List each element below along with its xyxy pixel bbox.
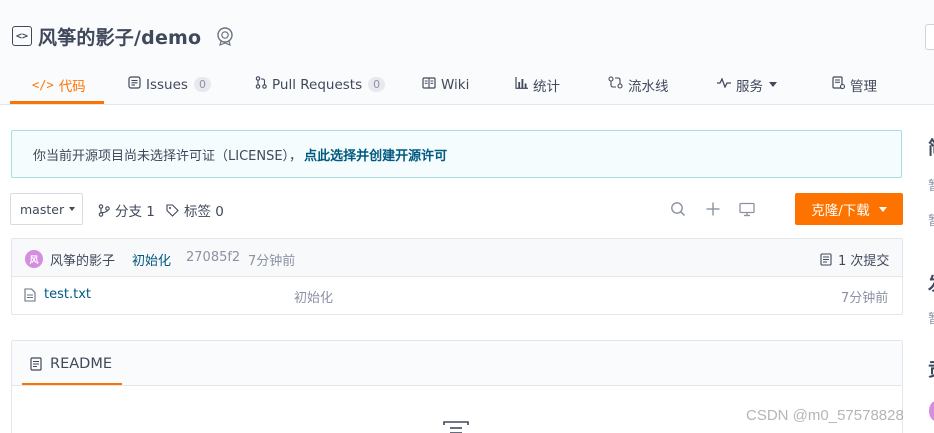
chevron-down-icon <box>769 82 777 87</box>
manage-doc-icon <box>832 76 846 93</box>
pr-count-badge: 0 <box>368 77 386 92</box>
tags-link[interactable]: 标签 0 <box>166 200 224 220</box>
readme-title: README <box>50 355 112 372</box>
tab-pull-requests[interactable]: Pull Requests 0 <box>255 64 386 105</box>
branches-link[interactable]: 分支 1 <box>98 200 155 220</box>
repo-name-link[interactable]: 风筝的影子/demo <box>38 23 201 50</box>
license-notice: 你当前开源项目尚未选择许可证（LICENSE）， 点此选择并创建开源许可 <box>11 130 902 178</box>
tab-label: 代码 <box>58 78 86 95</box>
commit-message-link[interactable]: 初始化 <box>132 250 171 269</box>
active-tab-indicator <box>22 383 122 385</box>
commit-hash[interactable]: 27085f2 <box>186 250 240 265</box>
tab-label: 流水线 <box>628 78 669 95</box>
code-icon: </> <box>32 77 54 92</box>
pull-request-icon <box>255 76 267 93</box>
tab-label: 管理 <box>850 78 877 95</box>
tab-service[interactable]: 服务 <box>717 64 777 105</box>
repo-toolbar: master 分支 1 标签 0 克隆/下载 <box>10 192 903 226</box>
file-name-link[interactable]: test.txt <box>24 287 91 302</box>
wiki-book-icon <box>422 76 436 93</box>
branch-icon <box>98 203 110 217</box>
award-badge-icon[interactable] <box>215 26 235 46</box>
file-name: test.txt <box>44 287 91 302</box>
web-ide-monitor-icon[interactable] <box>738 200 756 218</box>
file-browser: 风 风筝的影子 初始化 27085f2 7分钟前 1 次提交 test.txt … <box>11 238 903 315</box>
tab-label: 统计 <box>533 78 560 95</box>
sidebar-text-partial: 暂 <box>928 175 934 194</box>
tab-label: Issues <box>146 76 188 93</box>
tab-code[interactable]: </> 代码 <box>32 64 86 105</box>
branch-select-value: master <box>20 201 65 217</box>
sidebar-heading-partial: 贡 <box>928 356 934 382</box>
code-repo-icon: <> <box>12 26 32 46</box>
service-pulse-icon <box>717 77 731 92</box>
tab-label: Wiki <box>441 76 470 93</box>
commits-count-label: 1 次提交 <box>838 254 890 269</box>
sidebar-heading-partial: 发 <box>928 270 934 296</box>
tab-wiki[interactable]: Wiki <box>422 64 469 105</box>
file-commit-time: 7分钟前 <box>841 291 889 306</box>
table-row[interactable]: test.txt 初始化 7分钟前 <box>12 277 902 314</box>
readme-doc-icon <box>30 356 42 371</box>
tab-stats[interactable]: 统计 <box>515 64 560 105</box>
clone-download-button[interactable]: 克隆/下载 <box>795 193 903 225</box>
sidebar-text-partial: 暂 <box>928 308 934 327</box>
contributor-avatar-partial[interactable] <box>929 401 934 421</box>
issues-icon <box>128 76 141 93</box>
latest-commit-row: 风 风筝的影子 初始化 27085f2 7分钟前 1 次提交 <box>12 239 902 277</box>
tags-label: 标签 0 <box>184 204 224 220</box>
chevron-down-icon <box>878 206 887 212</box>
pipeline-icon <box>608 76 623 93</box>
commit-history-icon <box>820 253 832 266</box>
license-notice-text: 你当前开源项目尚未选择许可证（LICENSE）， <box>33 148 303 164</box>
commit-author[interactable]: 风筝的影子 <box>50 250 115 269</box>
clone-download-label: 克隆/下载 <box>811 203 870 219</box>
search-icon[interactable] <box>669 200 687 218</box>
sidebar-text-partial: 暂 <box>928 210 934 229</box>
readme-header: README <box>12 341 902 386</box>
file-commit-message[interactable]: 初始化 <box>294 287 333 306</box>
tab-pipeline[interactable]: 流水线 <box>608 64 669 105</box>
empty-readme-icon <box>443 421 469 433</box>
issues-count-badge: 0 <box>193 77 211 92</box>
branches-label: 分支 1 <box>115 204 155 220</box>
tab-label: Pull Requests <box>272 76 363 93</box>
chevron-down-icon <box>69 207 76 211</box>
tab-manage[interactable]: 管理 <box>832 64 877 105</box>
stats-chart-icon <box>515 76 528 93</box>
plus-icon[interactable] <box>704 200 722 218</box>
watermark: CSDN @m0_57578828 <box>746 407 904 424</box>
tab-readme[interactable]: README <box>22 341 122 386</box>
commit-time: 7分钟前 <box>248 254 296 269</box>
file-icon <box>24 287 36 302</box>
repo-header: <> 风筝的影子/demo </> 代码 Issues 0 Pull Reque… <box>0 0 934 105</box>
create-license-link[interactable]: 点此选择并创建开源许可 <box>304 145 447 164</box>
sidebar-heading-partial: 简 <box>928 134 934 160</box>
branch-select[interactable]: master <box>10 193 83 225</box>
tab-issues[interactable]: Issues 0 <box>128 64 211 105</box>
commits-count-link[interactable]: 1 次提交 <box>820 250 889 269</box>
star-watch-button-partial[interactable] <box>925 24 934 50</box>
repo-title: <> 风筝的影子/demo <box>12 22 235 50</box>
tab-label: 服务 <box>736 78 763 95</box>
tag-icon <box>166 203 179 217</box>
active-tab-indicator <box>10 101 104 104</box>
avatar[interactable]: 风 <box>25 250 43 268</box>
